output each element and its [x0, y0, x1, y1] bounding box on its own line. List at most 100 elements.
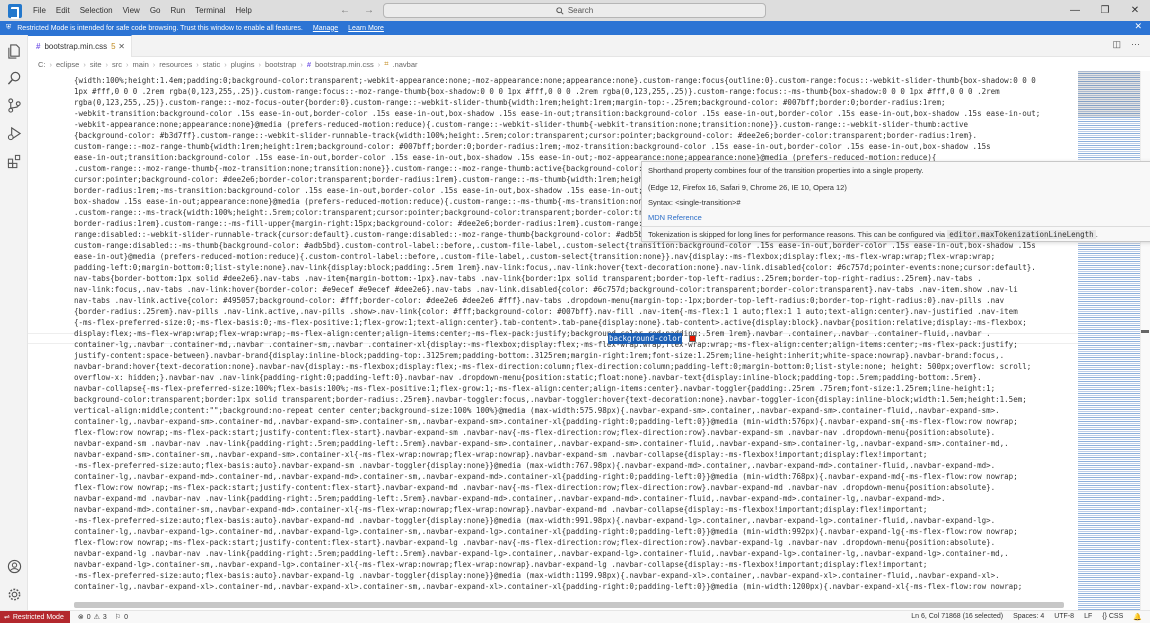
status-bar: ⇌ Restricted Mode ⊗ 0 ⚠ 3 ⚐ 0 Ln 6, Col …: [0, 610, 1150, 623]
selected-text: background-color: [608, 333, 682, 344]
vscode-logo-icon: [8, 3, 22, 19]
hover-syntax: Syntax: <single-transition>#: [648, 198, 741, 207]
restricted-mode-label: Restricted Mode: [12, 613, 64, 621]
chevron-right-icon: ›: [258, 59, 262, 69]
close-icon[interactable]: ✕: [1134, 21, 1142, 32]
shield-icon: ⛨: [6, 24, 12, 31]
breadcrumb-item[interactable]: .navbar: [393, 60, 418, 69]
indentation[interactable]: Spaces: 4: [1013, 613, 1044, 621]
search-label: Search: [567, 6, 594, 15]
command-center-search[interactable]: Search: [383, 3, 766, 18]
run-debug-icon[interactable]: [6, 125, 22, 141]
code-line: {background-color: #b3d7ff}.custom-range…: [74, 131, 978, 140]
info-status[interactable]: ⚐ 0: [115, 613, 128, 622]
mdn-reference-link[interactable]: MDN Reference: [648, 213, 702, 222]
split-editor-icon[interactable]: ◫: [1112, 39, 1121, 50]
code-line: navbar-expand-sm>.container-sm,.navbar-e…: [74, 450, 928, 459]
breadcrumb-item[interactable]: resources: [159, 60, 192, 69]
search-view-icon[interactable]: [6, 70, 22, 86]
vertical-scrollbar[interactable]: [1140, 71, 1150, 610]
minimap[interactable]: [1078, 71, 1140, 610]
breadcrumb-item[interactable]: src: [112, 60, 122, 69]
language-mode[interactable]: {} CSS: [1102, 613, 1123, 621]
editor-tabs: # bootstrap.min.css 5 ✕ ◫ ⋯: [28, 35, 1150, 57]
menu-help[interactable]: Help: [230, 4, 256, 17]
color-swatch-red[interactable]: [689, 335, 696, 342]
css-file-icon: #: [306, 59, 311, 69]
code-line: navbar-expand-lg>.container-sm,.navbar-e…: [74, 560, 928, 569]
explorer-icon[interactable]: [6, 43, 22, 59]
hover-description: Shorthand property combines four of the …: [648, 166, 924, 175]
chevron-right-icon: ›: [224, 59, 227, 69]
tokenization-note-end: .: [1095, 230, 1098, 239]
source-control-icon[interactable]: [6, 97, 22, 113]
back-arrow-icon[interactable]: ←: [340, 5, 350, 16]
restricted-mode-status[interactable]: ⇌ Restricted Mode: [0, 610, 70, 623]
hover-divider: [642, 226, 1150, 227]
notifications-bell-icon[interactable]: 🔔: [1133, 613, 1142, 621]
code-line: navbar-expand-md>.container-sm,.navbar-e…: [74, 505, 928, 514]
braces-icon: {}: [1102, 613, 1107, 620]
code-line: -ms-flex-preferred-size:auto;flex-basis:…: [74, 461, 996, 470]
code-line: {width:100%;height:1.4em;padding:0;backg…: [74, 76, 1036, 85]
menu-view[interactable]: View: [118, 4, 145, 17]
symbol-icon: ⌗: [384, 59, 389, 68]
tab-bootstrap-min-css[interactable]: # bootstrap.min.css 5 ✕: [28, 35, 132, 57]
manage-gear-icon[interactable]: [6, 586, 22, 602]
title-bar: File Edit Selection View Go Run Terminal…: [0, 0, 1150, 21]
extensions-icon[interactable]: [6, 153, 22, 169]
account-icon[interactable]: [6, 558, 22, 574]
code-line: nav-link:focus,.nav-tabs .nav-link:hover…: [74, 285, 1018, 294]
code-line: -ms-flex-preferred-size:auto;flex-basis:…: [74, 516, 996, 525]
breadcrumb-item[interactable]: eclipse: [56, 60, 79, 69]
chevron-right-icon: ›: [377, 59, 381, 69]
cursor-position[interactable]: Ln 6, Col 71868 (16 selected): [911, 613, 1003, 621]
breadcrumb-item[interactable]: main: [133, 60, 149, 69]
menu-terminal[interactable]: Terminal: [190, 4, 230, 17]
code-line: {-ms-flex-preferred-size:0;-ms-flex-basi…: [74, 318, 1027, 327]
menu-file[interactable]: File: [28, 4, 51, 17]
scrollbar-position-marker: [1141, 330, 1149, 333]
breadcrumb-item[interactable]: plugins: [231, 60, 255, 69]
end-of-line[interactable]: LF: [1084, 613, 1092, 621]
chevron-right-icon: ›: [300, 59, 303, 69]
encoding[interactable]: UTF-8: [1054, 613, 1074, 621]
code-line: display:flex;-ms-flex-wrap:wrap;flex-wra…: [74, 329, 991, 338]
restricted-mode-banner: ⛨ Restricted Mode is intended for safe c…: [0, 21, 1150, 35]
breadcrumb-item[interactable]: site: [90, 60, 102, 69]
breadcrumb-item[interactable]: bootstrap: [265, 60, 296, 69]
restore-icon[interactable]: ❐: [1090, 0, 1120, 21]
more-actions-icon[interactable]: ⋯: [1131, 39, 1140, 50]
horizontal-scrollbar[interactable]: [74, 602, 1064, 608]
breadcrumb: C: › eclipse › site › src › main › resources ›…: [28, 57, 1150, 71]
breadcrumb-item[interactable]: C:: [38, 60, 46, 69]
close-tab-icon[interactable]: ✕: [118, 42, 125, 51]
banner-text: Restricted Mode is intended for safe cod…: [17, 24, 303, 32]
tab-problem-count: 5: [111, 42, 116, 51]
menu-run[interactable]: Run: [165, 4, 190, 17]
menu-go[interactable]: Go: [145, 4, 166, 17]
menu-selection[interactable]: Selection: [75, 4, 118, 17]
code-line: container-lg,.navbar-expand-md>.containe…: [74, 472, 1018, 481]
chevron-right-icon: ›: [196, 59, 199, 69]
code-line: navbar-expand-md .navbar-nav .nav-link{p…: [74, 494, 946, 503]
code-editor[interactable]: {width:100%;height:1.4em;padding:0;backg…: [28, 71, 1078, 610]
code-line: overflow-x: hidden;}.navbar-nav .nav-lin…: [74, 373, 982, 382]
remote-icon: ⇌: [4, 614, 10, 621]
code-line: padding-left:0;margin-bottom:0;list-styl…: [74, 263, 1036, 272]
close-window-icon[interactable]: ✕: [1120, 0, 1150, 21]
breadcrumb-item[interactable]: static: [203, 60, 221, 69]
code-line: background-color:transparent;border:1px …: [74, 395, 1027, 404]
forward-arrow-icon[interactable]: →: [364, 5, 374, 16]
manage-link[interactable]: Manage: [313, 25, 338, 32]
code-line: justify-content:space-between}.navbar-br…: [74, 351, 1005, 360]
error-count: 0: [86, 613, 91, 621]
minimap-slider[interactable]: [1078, 71, 1140, 117]
minimize-icon[interactable]: —: [1060, 0, 1090, 21]
chevron-right-icon: ›: [126, 59, 129, 69]
error-icon: ⊗: [77, 614, 84, 621]
menu-edit[interactable]: Edit: [51, 4, 75, 17]
learn-more-link[interactable]: Learn More: [348, 25, 384, 32]
breadcrumb-item[interactable]: bootstrap.min.css: [315, 60, 374, 69]
problems-status[interactable]: ⊗ 0 ⚠ 3: [77, 613, 107, 622]
